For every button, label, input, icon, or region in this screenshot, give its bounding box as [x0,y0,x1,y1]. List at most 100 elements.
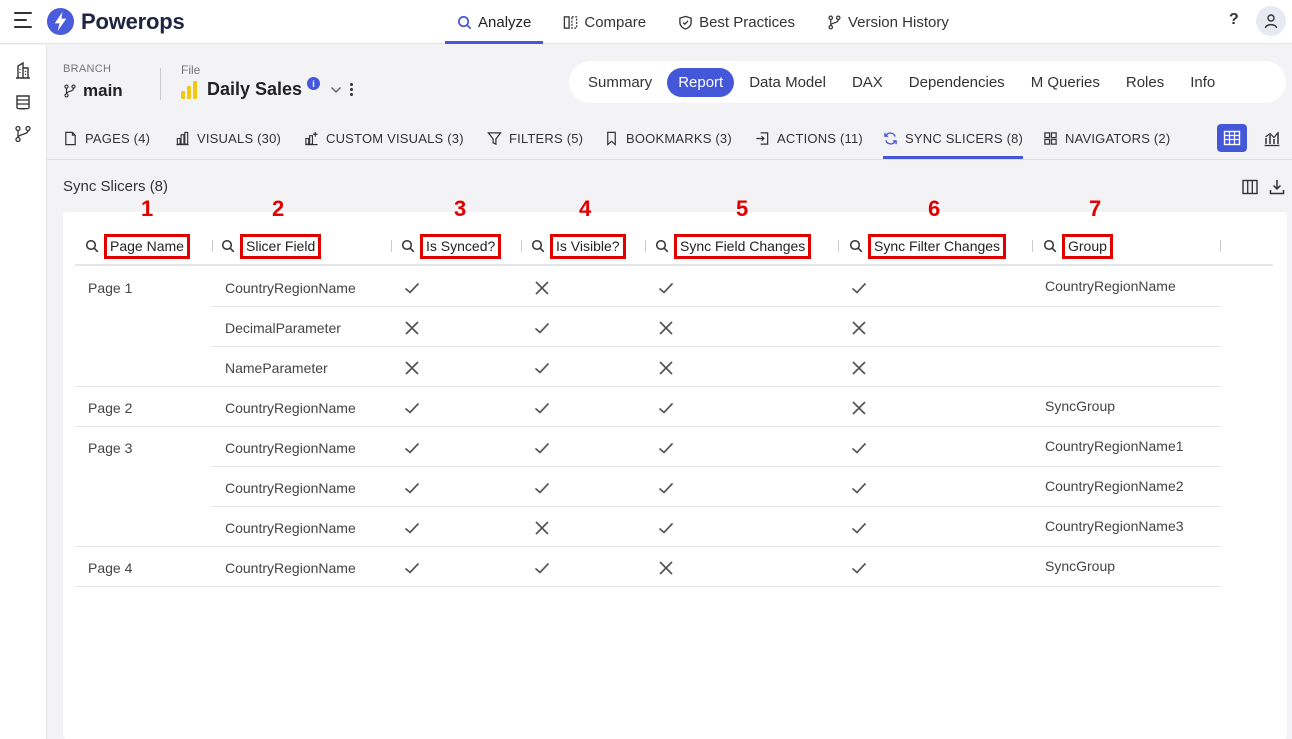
building-icon[interactable] [14,61,32,79]
menu-icon[interactable] [14,12,32,28]
search-icon[interactable] [849,239,863,253]
logo[interactable]: Powerops [46,7,185,36]
tab-dependencies[interactable]: Dependencies [898,68,1016,97]
check-icon [404,562,420,574]
column-divider[interactable] [521,240,522,252]
column-divider[interactable] [1032,240,1033,252]
cross-icon [659,321,673,335]
check-icon [658,282,674,294]
column-header-is-synced[interactable]: Is Synced? [401,233,502,259]
analytics-icon [1264,131,1280,147]
subtab-filters[interactable]: FILTERS (5) [487,118,583,159]
subtab-navigators-label: NAVIGATORS (2) [1065,131,1171,146]
cross-icon [852,361,866,375]
shield-icon [679,15,692,30]
subtab-sync-slicers-label: SYNC SLICERS (8) [905,131,1024,146]
file-label: File [181,63,201,77]
nav-compare[interactable]: Compare [551,0,658,44]
tab-dax[interactable]: DAX [841,68,894,97]
subtab-pages[interactable]: PAGES (4) [63,118,150,159]
table-view-button[interactable] [1217,124,1247,152]
bolt-logo-icon [46,7,75,36]
search-icon [458,15,472,29]
tab-summary[interactable]: Summary [577,68,663,97]
tab-report[interactable]: Report [667,67,735,97]
help-button[interactable]: ? [1229,11,1239,29]
search-icon[interactable] [655,239,669,253]
search-icon[interactable] [401,239,415,253]
subtab-actions[interactable]: ACTIONS (11) [755,118,863,159]
subtab-bookmarks[interactable]: BOOKMARKS (3) [604,118,732,159]
nav-analyze[interactable]: Analyze [445,0,544,44]
search-icon[interactable] [1043,239,1057,253]
column-divider[interactable] [212,240,213,252]
column-divider[interactable] [1220,240,1221,252]
cross-icon [535,281,549,295]
subtab-visuals[interactable]: VISUALS (30) [175,118,281,159]
check-icon [404,402,420,414]
tab-info[interactable]: Info [1179,68,1226,97]
check-icon [404,442,420,454]
check-icon [658,442,674,454]
user-avatar[interactable] [1256,6,1286,36]
search-icon[interactable] [85,239,99,253]
header-divider [160,68,161,100]
section-title: Sync Slicers (8) [63,178,169,195]
check-icon [534,402,550,414]
columns-icon[interactable] [1241,178,1259,196]
branch-selector[interactable]: main [63,81,123,101]
subtab-filters-label: FILTERS (5) [509,131,584,146]
file-selector[interactable]: Daily Sales i [181,77,354,100]
column-header-sync-field-changes[interactable]: Sync Field Changes [655,233,812,259]
column-header-page-name[interactable]: Page Name [85,233,190,259]
column-divider[interactable] [838,240,839,252]
tab-roles[interactable]: Roles [1115,68,1175,97]
subtab-navigators[interactable]: NAVIGATORS (2) [1043,118,1170,159]
chart-view-button[interactable] [1257,124,1287,152]
nav-analyze-label: Analyze [478,13,532,31]
cell-group: CountryRegionName3 [1045,518,1184,534]
cell-slicer-field: CountryRegionName [225,280,356,296]
column-header-group[interactable]: Group [1043,233,1113,259]
column-header-is-visible[interactable]: Is Visible? [531,233,626,259]
nav-version-history[interactable]: Version History [815,0,961,44]
database-icon[interactable] [14,93,32,111]
row-separator [212,506,1221,507]
report-subtabs: PAGES (4) VISUALS (30) CUSTOM VISUALS (3… [47,118,1292,160]
column-header-slicer-field[interactable]: Slicer Field [221,233,322,259]
chevron-down-icon[interactable] [330,86,342,94]
check-icon [404,482,420,494]
cell-slicer-field: CountryRegionName [225,440,356,456]
more-options-icon[interactable] [350,83,354,96]
subtab-custom-visuals[interactable]: CUSTOM VISUALS (3) [304,118,464,159]
subtab-visuals-label: VISUALS (30) [197,131,282,146]
search-icon[interactable] [531,239,545,253]
subtab-sync-slicers[interactable]: SYNC SLICERS (8) [883,118,1024,159]
search-icon[interactable] [221,239,235,253]
annotation-number: 2 [272,196,285,221]
subtab-custom-visuals-label: CUSTOM VISUALS (3) [326,131,464,146]
row-separator [75,386,1221,387]
column-divider[interactable] [645,240,646,252]
download-icon[interactable] [1268,178,1286,196]
column-label-page-name: Page Name [104,233,190,259]
nav-best-practices[interactable]: Best Practices [666,0,807,44]
column-label-is-visible: Is Visible? [550,233,626,259]
subtab-pages-label: PAGES (4) [85,131,151,146]
info-icon[interactable]: i [307,77,321,90]
cell-slicer-field: CountryRegionName [225,480,356,496]
column-divider[interactable] [391,240,392,252]
tab-m-queries[interactable]: M Queries [1020,68,1111,97]
column-header-sync-filter-changes[interactable]: Sync Filter Changes [849,233,1007,259]
git-branch-icon[interactable] [14,125,32,143]
check-icon [851,562,867,574]
check-icon [404,282,420,294]
grid-icon [1044,132,1057,145]
row-separator [75,546,1221,547]
sync-icon [884,132,897,145]
branch-label: BRANCH [63,63,112,75]
cross-icon [659,561,673,575]
action-icon [756,132,769,145]
tab-data-model[interactable]: Data Model [738,68,837,97]
cell-group: CountryRegionName2 [1045,478,1184,494]
